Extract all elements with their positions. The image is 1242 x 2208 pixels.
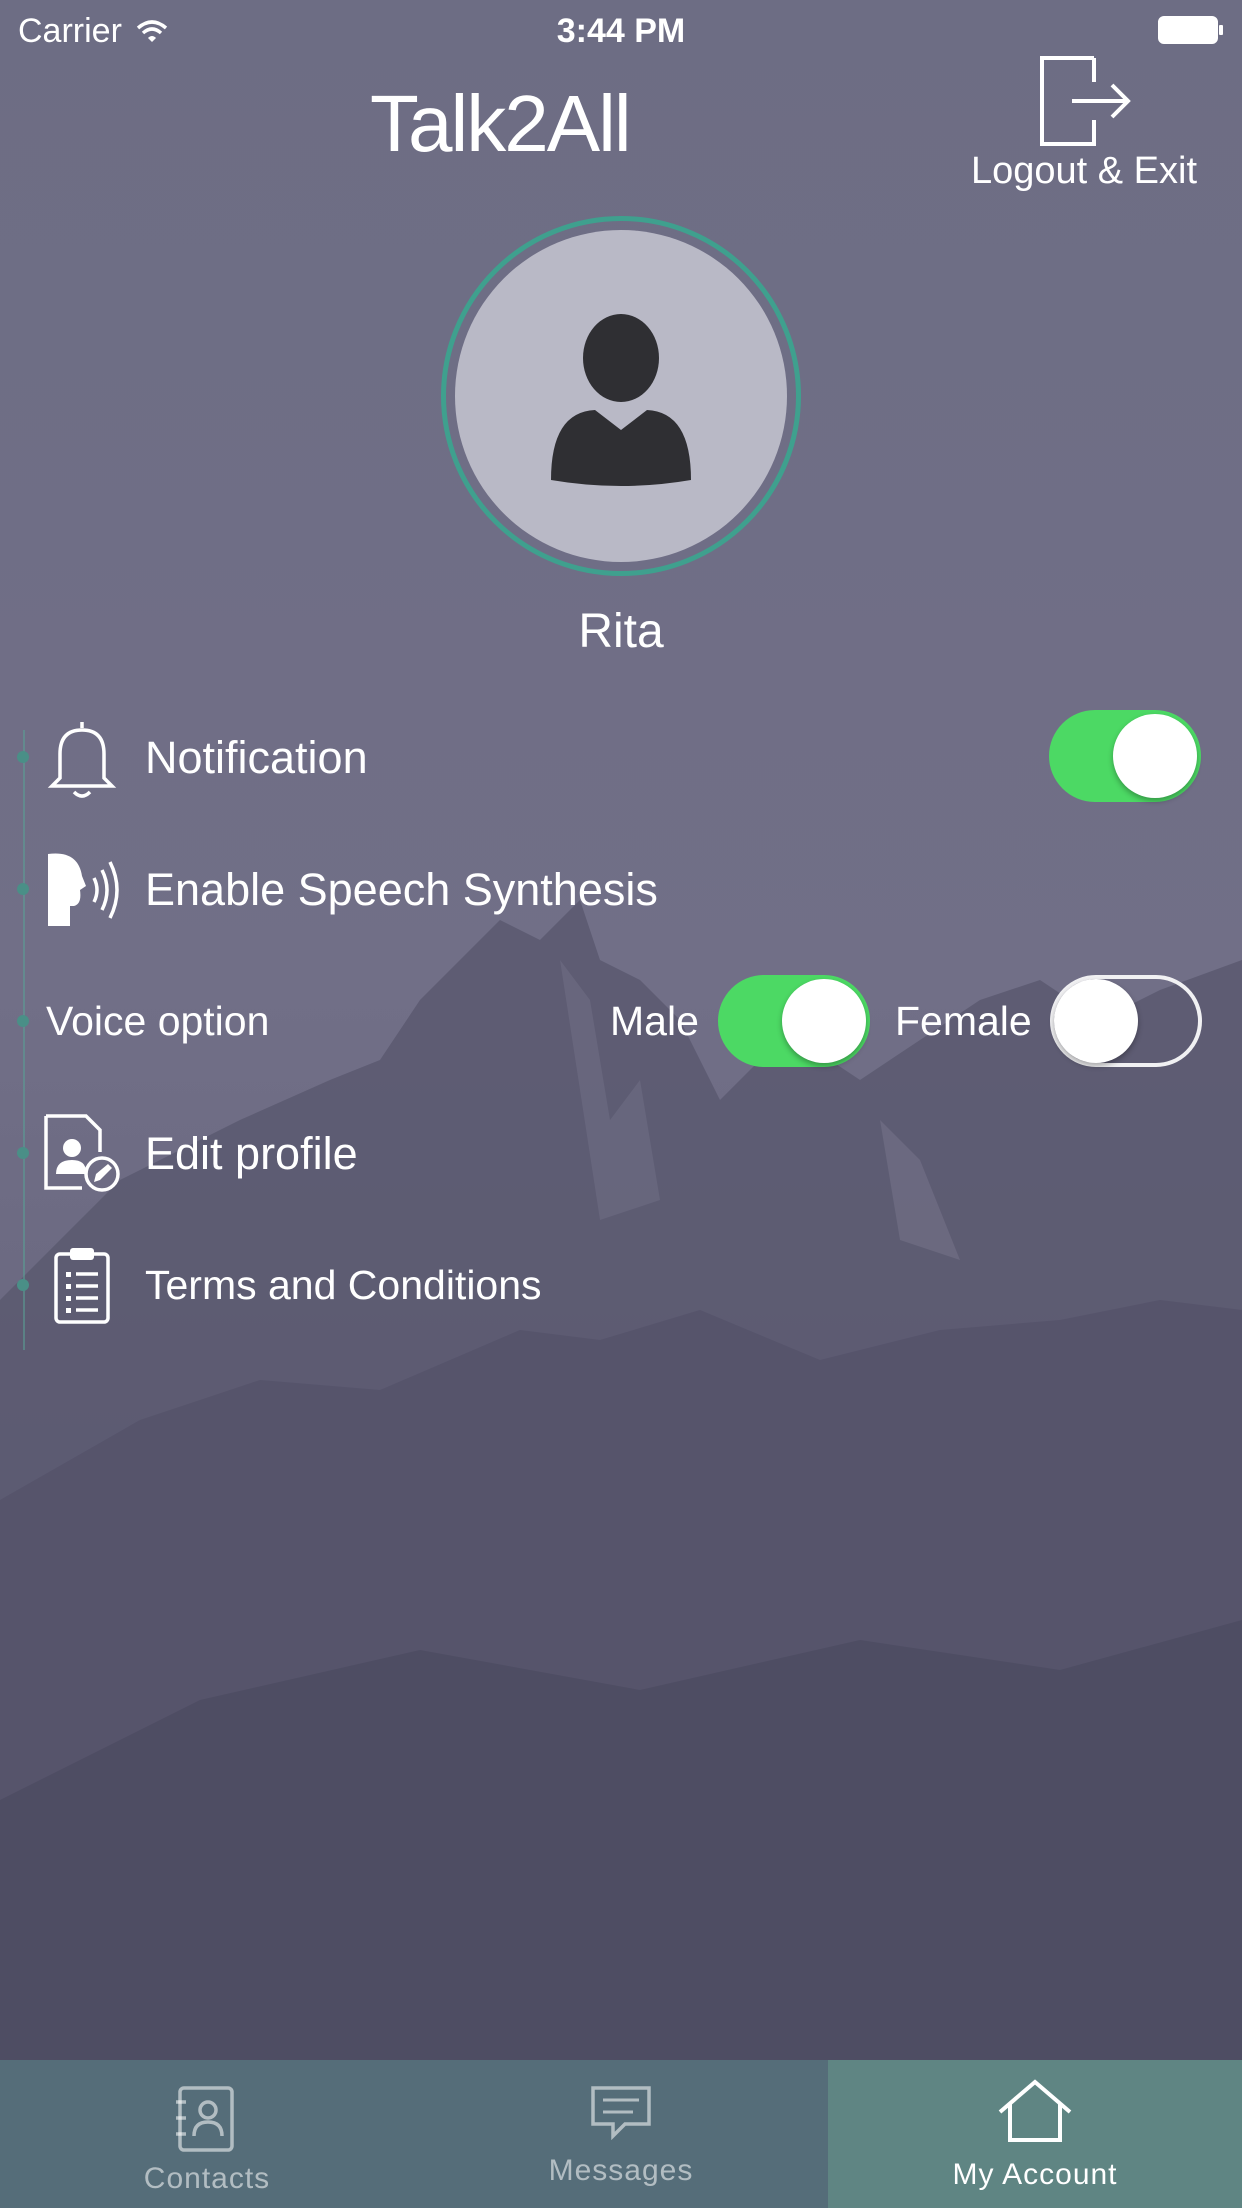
tab-contacts[interactable]: Contacts [0, 2060, 414, 2208]
tab-messages-label: Messages [548, 2154, 694, 2187]
tab-my-account-label: My Account [952, 2158, 1118, 2191]
female-label: Female [895, 998, 1032, 1044]
status-bar: Carrier 3:44 PM [0, 0, 1242, 60]
bell-icon [47, 722, 117, 798]
logout-icon [1040, 56, 1131, 146]
avatar[interactable] [455, 230, 787, 562]
edit-profile-icon [44, 1114, 120, 1192]
row-bullet [17, 1015, 29, 1027]
row-bullet [17, 883, 29, 895]
tab-messages[interactable]: Messages [414, 2060, 828, 2208]
notification-label: Notification [145, 732, 368, 783]
speech-head-icon [48, 853, 119, 926]
messages-icon [591, 2086, 651, 2140]
speech-synthesis-row[interactable]: Enable Speech Synthesis [0, 834, 1242, 944]
male-label: Male [610, 998, 699, 1044]
home-icon [998, 2079, 1072, 2142]
battery-icon [1158, 16, 1223, 44]
voice-option-label: Voice option [46, 998, 270, 1044]
user-icon [551, 314, 691, 486]
logout-label: Logout & Exit [970, 150, 1198, 192]
notification-row: Notification [0, 702, 1242, 812]
speech-synthesis-label: Enable Speech Synthesis [145, 864, 658, 915]
toggle-knob [782, 979, 866, 1063]
toggle-knob [1054, 979, 1138, 1063]
clipboard-icon [54, 1248, 110, 1324]
logout-exit-button[interactable]: Logout & Exit [954, 54, 1214, 193]
notification-toggle[interactable] [1049, 710, 1201, 802]
status-time: 3:44 PM [556, 12, 686, 50]
toggle-knob [1113, 714, 1197, 798]
edit-profile-label: Edit profile [145, 1128, 358, 1179]
male-voice-toggle[interactable] [718, 975, 870, 1067]
terms-conditions-label: Terms and Conditions [145, 1262, 542, 1308]
edit-profile-row[interactable]: Edit profile [0, 1098, 1242, 1208]
voice-option-row: Voice option Male Female [0, 966, 1242, 1076]
row-bullet [17, 751, 29, 763]
terms-conditions-row[interactable]: Terms and Conditions [0, 1230, 1242, 1340]
tab-bar: Contacts Messages My Account [0, 2060, 1242, 2208]
row-bullet [17, 1147, 29, 1159]
row-bullet [17, 1279, 29, 1291]
app-title: Talk2All [370, 79, 632, 168]
contacts-icon [176, 2086, 234, 2152]
user-name: Rita [578, 605, 664, 658]
tab-my-account[interactable]: My Account [828, 2060, 1242, 2208]
tab-contacts-label: Contacts [143, 2162, 271, 2195]
female-voice-toggle[interactable] [1050, 975, 1202, 1067]
